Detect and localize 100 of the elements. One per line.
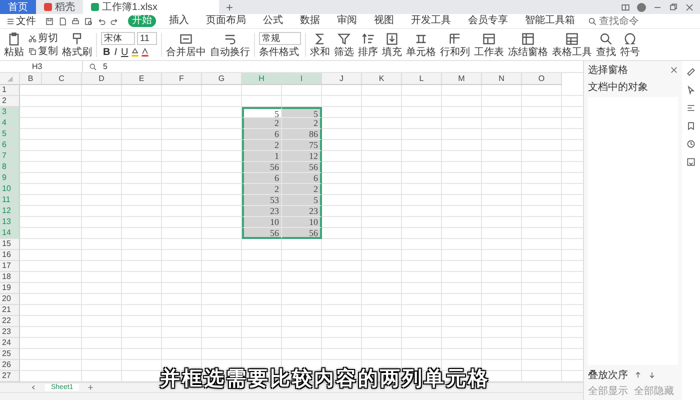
ribbon-tab[interactable]: 插入 [165, 15, 193, 27]
table-cell[interactable]: 75 [282, 140, 322, 152]
omega-icon [623, 32, 637, 46]
avatar[interactable] [637, 2, 646, 12]
table-cell[interactable]: 56 [282, 162, 322, 174]
font-style-button[interactable]: I [112, 46, 120, 58]
document-tab[interactable]: 工作簿1.xlsx [83, 0, 219, 14]
table-cell[interactable]: 1 [242, 151, 282, 162]
ribbon-tab[interactable]: 会员专享 [464, 15, 512, 27]
toolbar-button[interactable]: 排序 [358, 32, 378, 58]
name-box[interactable]: H3 [4, 61, 83, 72]
file-menu[interactable]: 文件 [6, 16, 36, 26]
ribbon-tab[interactable]: 页面布局 [202, 15, 250, 27]
row-header[interactable]: 27 [0, 371, 20, 382]
wrap-button[interactable]: 自动换行 [210, 32, 250, 58]
table-cell[interactable]: 2 [242, 140, 282, 152]
column-header[interactable]: O [522, 73, 562, 86]
undo-icon [97, 16, 106, 26]
toolbar-button[interactable]: 填充 [382, 32, 402, 58]
ribbon-tab[interactable]: 审阅 [333, 15, 361, 27]
column-header[interactable]: F [162, 73, 202, 86]
table-cell[interactable]: 2 [242, 118, 282, 130]
row-header[interactable]: 15 [0, 239, 20, 250]
copy-button[interactable]: 复制 [28, 46, 58, 56]
ribbon-tab[interactable]: 开发工具 [407, 15, 455, 27]
column-header[interactable]: J [322, 73, 362, 86]
table-cell[interactable]: 5 [282, 195, 322, 206]
column-header[interactable]: N [482, 73, 522, 86]
table-cell[interactable]: 56 [282, 228, 322, 240]
paste-button[interactable]: 粘贴 [4, 32, 24, 58]
column-header[interactable]: B [20, 73, 42, 86]
font-style-button[interactable]: U [119, 46, 130, 58]
table-cell[interactable]: 2 [282, 184, 322, 196]
column-header[interactable]: E [122, 73, 162, 86]
toolbar-button[interactable]: 行和列 [440, 32, 470, 58]
ribbon-tab[interactable]: 智能工具箱 [521, 15, 579, 27]
table-cell[interactable]: 56 [242, 228, 282, 240]
column-header[interactable]: M [442, 73, 482, 86]
cut-button[interactable]: 剪切 [28, 32, 58, 44]
number-format-field[interactable]: 常规 [259, 32, 301, 44]
row-header[interactable]: 17 [0, 261, 20, 272]
spreadsheet-icon [91, 3, 99, 11]
table-cell[interactable]: 2 [282, 118, 322, 130]
toolbar-button[interactable]: 求和 [310, 32, 330, 58]
toolbar-button[interactable]: 查找 [596, 32, 616, 58]
row-header[interactable]: 20 [0, 294, 20, 306]
table-cell[interactable]: 2 [242, 184, 282, 196]
table-cell[interactable]: 56 [242, 162, 282, 174]
toolbar-button[interactable]: 单元格 [406, 32, 436, 58]
table-cell[interactable]: 10 [282, 217, 322, 228]
column-header[interactable]: L [402, 73, 442, 86]
toolbar-button[interactable]: 工作表 [474, 32, 504, 58]
table-cell[interactable]: 5 [282, 107, 322, 118]
table-cell[interactable]: 5 [242, 107, 282, 118]
row-header[interactable]: 22 [0, 316, 20, 328]
column-header[interactable]: D [82, 73, 122, 86]
format-painter-button[interactable]: 格式刷 [62, 32, 92, 58]
ribbon-tab[interactable]: 公式 [259, 15, 287, 27]
document-tab[interactable]: 首页 [0, 0, 36, 14]
table-cell[interactable]: 6 [242, 129, 282, 140]
toolbar-button[interactable]: 符号 [620, 32, 640, 58]
menu-icon [6, 16, 15, 26]
font-field[interactable]: 宋体 [101, 32, 135, 44]
command-search[interactable]: 查找命令 [588, 16, 649, 26]
ribbon-tab[interactable]: 数据 [296, 15, 324, 27]
font-size-field[interactable]: 11 [137, 32, 157, 44]
table-cell[interactable]: 12 [282, 151, 322, 162]
table-cell[interactable]: 86 [282, 129, 322, 140]
column-header[interactable]: K [362, 73, 402, 86]
table-cell[interactable]: 10 [242, 217, 282, 228]
ribbon-tab[interactable]: 视图 [370, 15, 398, 27]
toolbar-button[interactable]: 表格工具 [552, 32, 592, 58]
font-color-icon [140, 46, 150, 56]
row-header[interactable]: 18 [0, 272, 20, 284]
table-cell[interactable]: 23 [282, 206, 322, 218]
close-icon [670, 66, 678, 74]
row-header[interactable]: 25 [0, 349, 20, 360]
row-header[interactable]: 26 [0, 360, 20, 372]
formula-field[interactable]: 5 [103, 62, 108, 72]
merge-button[interactable]: 合并居中 [166, 32, 206, 58]
column-header[interactable]: G [202, 73, 242, 86]
table-cell[interactable]: 6 [282, 173, 322, 184]
conditional-format-button[interactable]: 条件格式 [259, 46, 301, 58]
row-header[interactable]: 19 [0, 283, 20, 294]
row-header[interactable]: 1 [0, 85, 20, 96]
row-header[interactable]: 16 [0, 250, 20, 262]
table-cell[interactable]: 6 [242, 173, 282, 184]
document-tab[interactable]: 稻壳 [36, 0, 83, 14]
search-field[interactable]: 查找命令 [599, 16, 649, 26]
table-cell[interactable]: 53 [242, 195, 282, 206]
column-header[interactable]: C [42, 73, 82, 86]
table-cell[interactable]: 23 [242, 206, 282, 218]
row-header[interactable]: 23 [0, 327, 20, 338]
toolbar-button[interactable]: 筛选 [334, 32, 354, 58]
toolbar-button[interactable]: 冻结窗格 [508, 32, 548, 58]
select-all-icon [6, 74, 14, 83]
row-header[interactable]: 21 [0, 305, 20, 316]
row-header[interactable]: 2 [0, 96, 20, 108]
font-style-button[interactable]: B [101, 46, 112, 58]
row-header[interactable]: 24 [0, 338, 20, 350]
